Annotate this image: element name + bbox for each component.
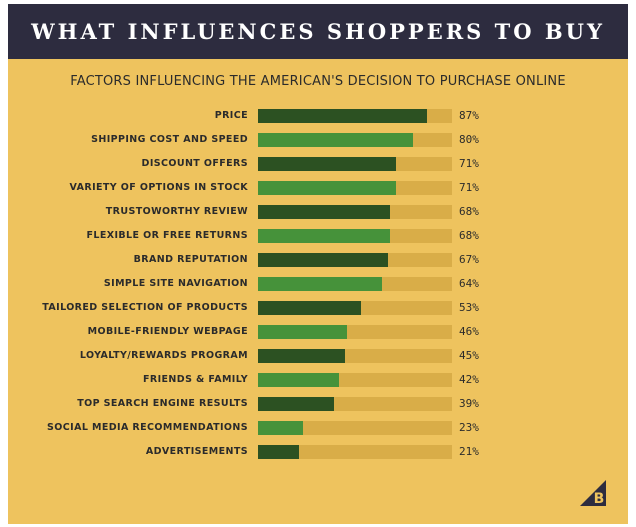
bar-value-label: 67% [459,253,479,266]
infographic: WHAT INFLUENCES SHOPPERS TO BUY FACTORS … [8,4,628,524]
bar-row: FRIENDS & FAMILY 42% [8,368,628,392]
bar-row: TOP SEARCH ENGINE RESULTS 39% [8,392,628,416]
bar [258,397,334,411]
bar-value-label: 64% [459,277,479,290]
bar-row: FLEXIBLE OR FREE RETURNS 68% [8,224,628,248]
bar-label: FRIENDS & FAMILY [143,374,248,385]
bar-track [258,421,452,435]
bar-row: MOBILE-FRIENDLY WEBPAGE 46% [8,320,628,344]
bar-label: SHIPPING COST AND SPEED [91,134,248,145]
bar-label: LOYALTY/REWARDS PROGRAM [79,350,248,361]
bar-value-label: 46% [459,325,479,338]
bar-value-label: 42% [459,373,479,386]
bar-row: SHIPPING COST AND SPEED 80% [8,128,628,152]
bar-track [258,325,452,339]
bar-track [258,397,452,411]
bar [258,109,427,123]
bar-value-label: 71% [459,157,479,170]
bar-value-label: 71% [459,181,479,194]
bar [258,421,303,435]
bar-value-label: 68% [459,205,479,218]
bar-track [258,229,452,243]
bar-label: VARIETY OF OPTIONS IN STOCK [69,182,248,193]
bar [258,325,348,339]
bar-value-label: 68% [459,229,479,242]
bar [258,445,299,459]
bar [258,229,390,243]
bar-value-label: 23% [459,421,479,434]
bar-row: SOCIAL MEDIA RECOMMENDATIONS 23% [8,416,628,440]
bar-label: PRICE [214,110,248,121]
bar-label: TOP SEARCH ENGINE RESULTS [77,398,248,409]
brand-b-logo-icon: B [580,480,606,507]
bar-track [258,301,452,315]
bar-label: FLEXIBLE OR FREE RETURNS [86,230,248,241]
logo-letter: B [594,491,605,507]
bar-track [258,133,452,147]
bar-track [258,181,452,195]
bar-label: DISCOUNT OFFERS [141,158,248,169]
bar [258,133,414,147]
bar-track [258,109,452,123]
bar-label: SOCIAL MEDIA RECOMMENDATIONS [47,422,248,433]
bar-row: VARIETY OF OPTIONS IN STOCK 71% [8,176,628,200]
chart-title: FACTORS INFLUENCING THE AMERICAN'S DECIS… [70,74,566,89]
bar-row: TAILORED SELECTION OF PRODUCTS 53% [8,296,628,320]
bar-row: PRICE 87% [8,104,628,128]
bar [258,373,340,387]
bar-value-label: 87% [459,109,479,122]
bar-row: DISCOUNT OFFERS 71% [8,152,628,176]
bar-row: LOYALTY/REWARDS PROGRAM 45% [8,344,628,368]
bar-track [258,253,452,267]
bar-track [258,157,452,171]
bar-chart: PRICE 87% SHIPPING COST AND SPEED 80% DISCOU… [8,104,628,484]
bar-row: BRAND REPUTATION 67% [8,248,628,272]
bar-label: MOBILE-FRIENDLY WEBPAGE [87,326,248,337]
bar [258,301,361,315]
bar-value-label: 39% [459,397,479,410]
bar-label: TAILORED SELECTION OF PRODUCTS [42,302,248,313]
header-banner: WHAT INFLUENCES SHOPPERS TO BUY [8,4,628,59]
bar [258,253,388,267]
bar-value-label: 21% [459,445,479,458]
bar [258,349,346,363]
bar-track [258,277,452,291]
header-title: WHAT INFLUENCES SHOPPERS TO BUY [31,19,605,44]
bar-label: TRUSTOWORTHY REVIEW [105,206,248,217]
bar-value-label: 80% [459,133,479,146]
bar-track [258,445,452,459]
bar [258,181,396,195]
bar-track [258,373,452,387]
bar-row: ADVERTISEMENTS 21% [8,440,628,464]
bar-label: BRAND REPUTATION [133,254,248,265]
bar-value-label: 45% [459,349,479,362]
bar-value-label: 53% [459,301,479,314]
bar-track [258,205,452,219]
bar [258,157,396,171]
bar-label: SIMPLE SITE NAVIGATION [103,278,248,289]
bar-label: ADVERTISEMENTS [145,446,248,457]
bar-track [258,349,452,363]
bar-row: TRUSTOWORTHY REVIEW 68% [8,200,628,224]
bar [258,277,383,291]
bar [258,205,390,219]
bar-row: SIMPLE SITE NAVIGATION 64% [8,272,628,296]
